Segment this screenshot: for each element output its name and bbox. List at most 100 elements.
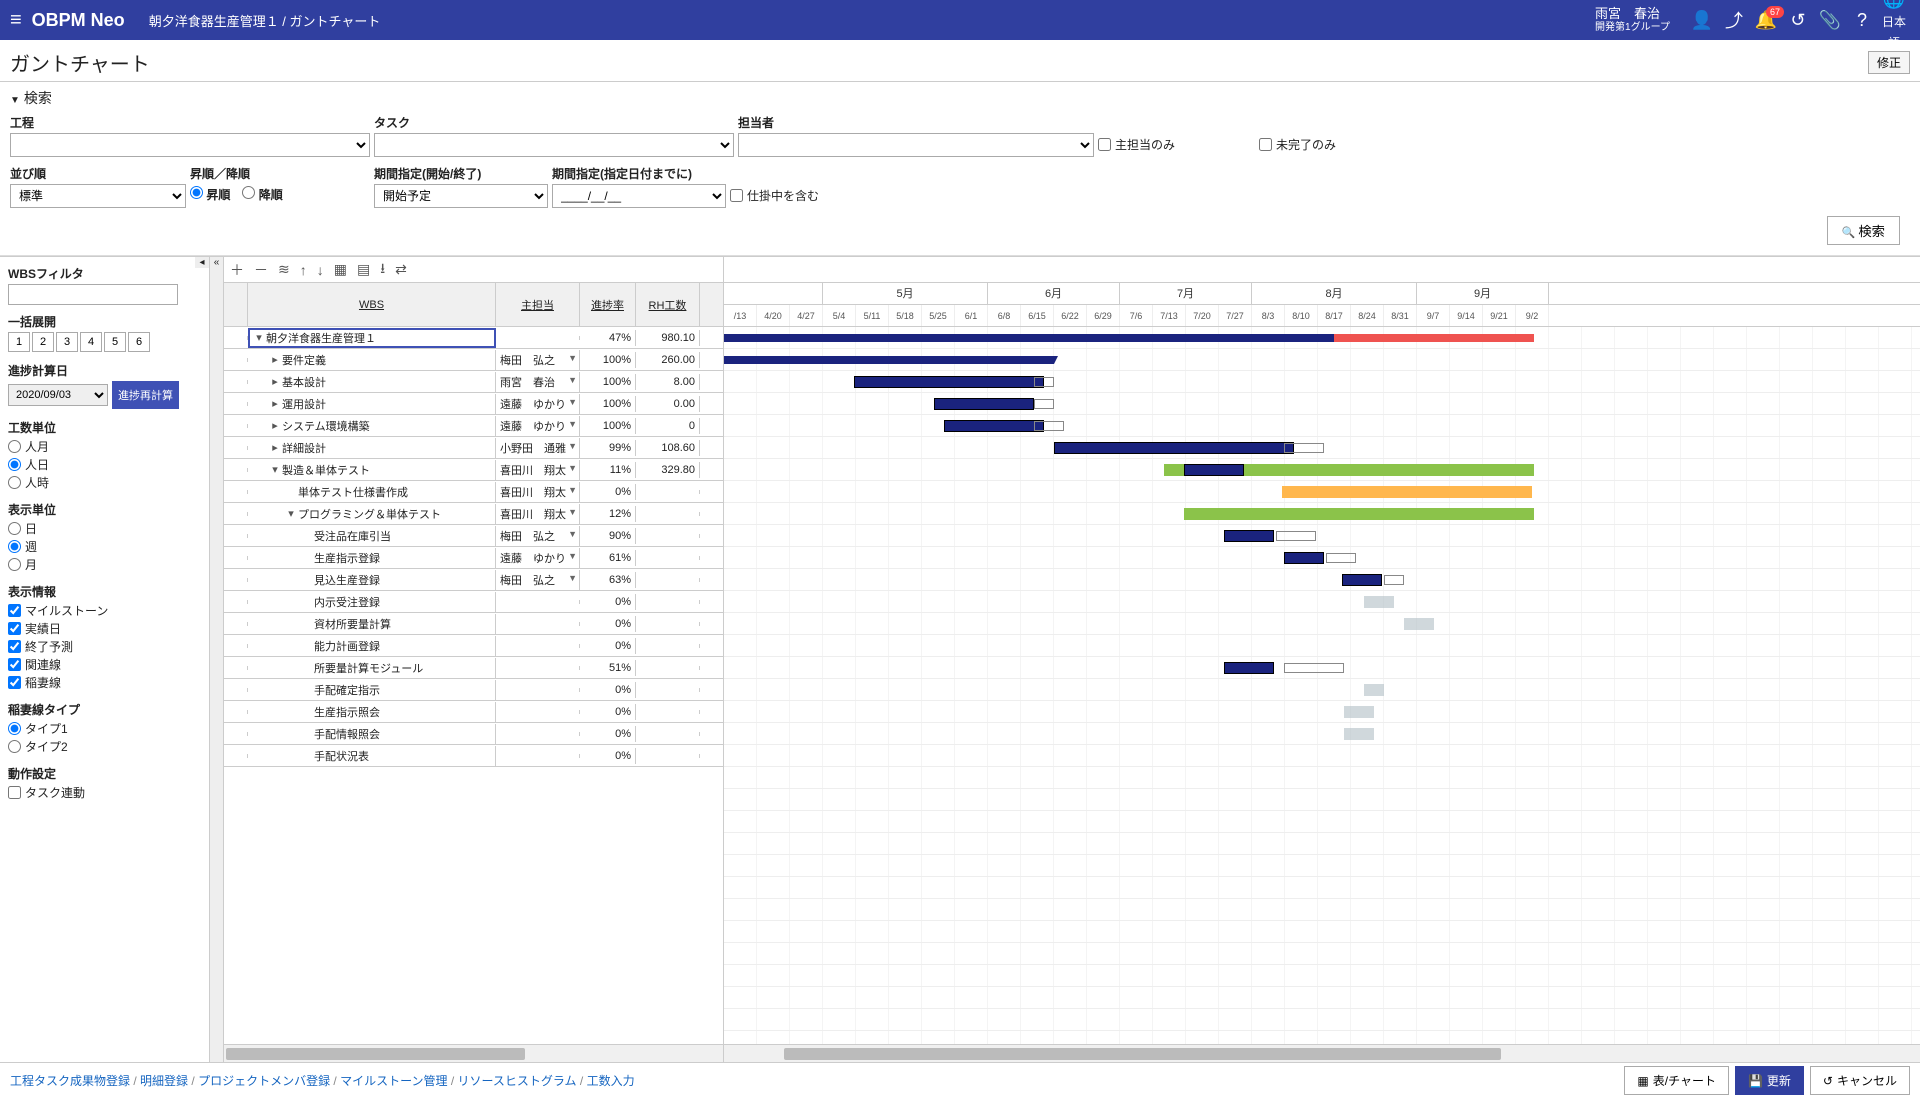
gantt-bar[interactable] xyxy=(1384,575,1404,585)
footer-link[interactable]: リソースヒストグラム xyxy=(458,1074,577,1088)
up-icon[interactable]: ↑ xyxy=(300,262,307,278)
remove-icon[interactable]: － xyxy=(254,260,268,280)
gantt-bar[interactable] xyxy=(1034,421,1064,431)
col-hours[interactable]: RH工数 xyxy=(636,283,700,326)
dropdown-icon[interactable]: ▼ xyxy=(568,375,577,385)
wbs-row[interactable]: ▸詳細設計 小野田 通雅▼ 99% 108.60 xyxy=(224,437,723,459)
expand-icon[interactable]: ▸ xyxy=(270,353,280,366)
dropdown-icon[interactable]: ▼ xyxy=(568,507,577,517)
wbs-row[interactable]: ▾プログラミング＆単体テスト 喜田川 翔太▼ 12% xyxy=(224,503,723,525)
wbs-row[interactable]: 手配確定指示 0% xyxy=(224,679,723,701)
dropdown-icon[interactable]: ▼ xyxy=(568,485,577,495)
wbs-row[interactable]: 単体テスト仕様書作成 喜田川 翔太▼ 0% xyxy=(224,481,723,503)
main-assignee-checkbox[interactable]: 主担当のみ xyxy=(1098,132,1175,157)
gantt-bar[interactable] xyxy=(1034,399,1054,409)
expand-icon[interactable]: ▾ xyxy=(254,331,264,344)
gantt-bar[interactable] xyxy=(1284,443,1324,453)
footer-link[interactable]: マイルストーン管理 xyxy=(340,1074,447,1088)
wbs-row[interactable]: 生産指示照会 0% xyxy=(224,701,723,723)
dropdown-icon[interactable]: ▼ xyxy=(568,441,577,451)
down-icon[interactable]: ↓ xyxy=(317,262,324,278)
wbs-row[interactable]: ▾朝夕洋食器生産管理１ 47% 980.10 xyxy=(224,327,723,349)
gantt-bar[interactable] xyxy=(1344,728,1374,740)
sidebar-collapse-icon[interactable]: ◂ xyxy=(195,257,209,268)
gantt-bar[interactable] xyxy=(1034,377,1054,387)
expand-icon[interactable]: ▸ xyxy=(270,397,280,410)
wbs-filter-input[interactable] xyxy=(8,284,178,305)
gantt-bar[interactable] xyxy=(934,398,1034,410)
layers-icon[interactable]: ≋ xyxy=(278,261,290,278)
hamburger-icon[interactable]: ≡ xyxy=(10,9,22,32)
gantt-bar[interactable] xyxy=(724,334,1334,342)
gantt-bar[interactable] xyxy=(1284,663,1344,673)
gantt-bar[interactable] xyxy=(1184,464,1244,476)
language-selector[interactable]: 🌐 日本語 xyxy=(1878,0,1910,52)
dropdown-icon[interactable]: ▼ xyxy=(568,573,577,583)
history-icon[interactable]: ↺ xyxy=(1782,10,1814,31)
gantt-bar[interactable] xyxy=(1054,442,1294,454)
wbs-row[interactable]: ▸要件定義 梅田 弘之▼ 100% 260.00 xyxy=(224,349,723,371)
wbs-row[interactable]: 手配状況表 0% xyxy=(224,745,723,767)
expand-level-6[interactable]: 6 xyxy=(128,332,150,352)
dropdown-icon[interactable]: ▼ xyxy=(568,397,577,407)
gantt-bar[interactable] xyxy=(1342,574,1382,586)
fix-button[interactable]: 修正 xyxy=(1868,51,1910,74)
gantt-bar[interactable] xyxy=(1334,334,1534,342)
footer-link[interactable]: 工数入力 xyxy=(587,1074,635,1088)
sort-select[interactable]: 標準 xyxy=(10,184,186,208)
recalc-button[interactable]: 進捗再計算 xyxy=(112,381,179,409)
gantt-bar[interactable] xyxy=(854,376,1044,388)
expand-level-2[interactable]: 2 xyxy=(32,332,54,352)
process-select[interactable] xyxy=(10,133,370,157)
sort-asc-radio[interactable]: 昇順 xyxy=(190,186,230,203)
footer-link[interactable]: 明細登録 xyxy=(140,1074,188,1088)
table-chart-button[interactable]: ▦ 表/チャート xyxy=(1624,1066,1729,1095)
wbs-row[interactable]: 内示受注登録 0% xyxy=(224,591,723,613)
current-user[interactable]: 雨宮 春治 開発第1グループ xyxy=(1595,6,1670,34)
dropdown-icon[interactable]: ▼ xyxy=(568,529,577,539)
footer-link[interactable]: 工程タスク成果物登録 xyxy=(10,1074,130,1088)
add-icon[interactable]: ＋ xyxy=(230,260,244,280)
wbs-row[interactable]: 生産指示登録 遠藤 ゆかり▼ 61% xyxy=(224,547,723,569)
expand-level-5[interactable]: 5 xyxy=(104,332,126,352)
grid2-icon[interactable]: ▤ xyxy=(357,261,370,278)
grid1-icon[interactable]: ▦ xyxy=(334,261,347,278)
col-rate[interactable]: 進捗率 xyxy=(580,283,636,326)
gantt-bar[interactable] xyxy=(1284,552,1324,564)
task-select[interactable] xyxy=(374,133,734,157)
help-icon[interactable]: ? xyxy=(1846,10,1878,31)
wbs-row[interactable]: 資材所要量計算 0% xyxy=(224,613,723,635)
expand-icon[interactable]: ▾ xyxy=(270,463,280,476)
notifications-icon[interactable]: 🔔67 xyxy=(1750,10,1782,31)
dropdown-icon[interactable]: ▼ xyxy=(568,353,577,363)
expand-level-4[interactable]: 4 xyxy=(80,332,102,352)
gantt-bar[interactable] xyxy=(1364,596,1394,608)
dropdown-icon[interactable]: ▼ xyxy=(568,551,577,561)
wbs-row[interactable]: 受注品在庫引当 梅田 弘之▼ 90% xyxy=(224,525,723,547)
dropdown-icon[interactable]: ▼ xyxy=(568,463,577,473)
period-until-select[interactable]: ____/__/__ xyxy=(552,184,726,208)
expand-icon[interactable]: ▸ xyxy=(270,419,280,432)
wbs-row[interactable]: ▾製造＆単体テスト 喜田川 翔太▼ 11% 329.80 xyxy=(224,459,723,481)
expand-level-1[interactable]: 1 xyxy=(8,332,30,352)
footer-link[interactable]: プロジェクトメンバ登録 xyxy=(198,1074,330,1088)
expand-icon[interactable]: ▸ xyxy=(270,441,280,454)
wbs-row[interactable]: ▸システム環境構築 遠藤 ゆかり▼ 100% 0 xyxy=(224,415,723,437)
expand-level-3[interactable]: 3 xyxy=(56,332,78,352)
col-wbs[interactable]: WBS xyxy=(248,283,496,326)
col-assignee[interactable]: 主担当 xyxy=(496,283,580,326)
expand-icon[interactable]: ▸ xyxy=(270,375,280,388)
incomplete-only-checkbox[interactable]: 未完了のみ xyxy=(1259,132,1336,157)
wbs-row[interactable]: 手配情報照会 0% xyxy=(224,723,723,745)
grid-hscroll[interactable] xyxy=(226,1048,525,1060)
wbs-row[interactable]: 見込生産登録 梅田 弘之▼ 63% xyxy=(224,569,723,591)
account-icon[interactable]: 👤 xyxy=(1686,10,1718,31)
wbs-row[interactable]: 所要量計算モジュール 51% xyxy=(224,657,723,679)
calc-date-select[interactable]: 2020/09/03 xyxy=(8,384,108,406)
search-button[interactable]: 検索 xyxy=(1827,216,1900,245)
link-icon[interactable]: ⇄ xyxy=(395,261,407,278)
gantt-bar[interactable] xyxy=(1282,486,1532,498)
dropdown-icon[interactable]: ▼ xyxy=(568,419,577,429)
period-kind-select[interactable]: 開始予定 xyxy=(374,184,548,208)
gantt-bar[interactable] xyxy=(1224,662,1274,674)
